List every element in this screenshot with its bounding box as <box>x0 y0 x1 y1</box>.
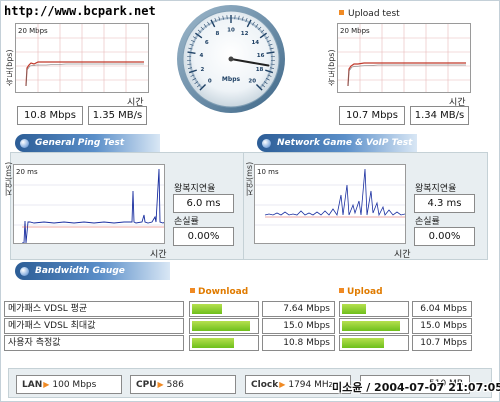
gauge-tick-label: 12 <box>241 31 249 37</box>
cpu-key: CPU <box>136 380 157 390</box>
voip-rtt-label: 왕복지연율 <box>415 184 457 194</box>
download-speed-mbs: 1.35 MB/s <box>88 106 147 125</box>
upload-bar <box>339 318 409 334</box>
upload-bar-fill <box>342 304 366 314</box>
download-bar <box>189 301 259 317</box>
download-bar-fill <box>192 321 250 331</box>
upload-test-title-text: Upload test <box>348 9 400 19</box>
upload-value: 10.7 Mbps <box>412 335 472 351</box>
download-bar-fill <box>192 304 222 314</box>
cpu-value: 586 <box>166 380 184 390</box>
ping-latency-line <box>22 168 164 243</box>
speed-gauge-dial: 02 4 68 10 1214 16 1820 Mbps <box>177 5 285 113</box>
ping-loss-value: 0.00% <box>173 227 234 246</box>
orange-bullet-icon <box>339 288 344 293</box>
voip-latency-plot <box>255 168 405 226</box>
download-speed-graph: 20 Mbps <box>15 23 149 93</box>
tab-general-ping-test[interactable]: General Ping Test <box>15 134 160 152</box>
upload-speed-graph: 20 Mbps <box>337 23 471 93</box>
voip-loss-value: 0.00% <box>414 227 475 246</box>
download-speed-plot <box>16 24 148 92</box>
download-y-axis-label: 속도(bps) <box>5 49 14 86</box>
clock-value: 1794 MHz <box>288 380 334 390</box>
upload-test-title: Upload test <box>339 9 400 19</box>
ping-latency-plot <box>14 168 164 243</box>
gauge-tick-label: 14 <box>251 40 259 46</box>
upload-speed-plot <box>338 24 470 92</box>
lan-value: 100 Mbps <box>52 380 97 390</box>
gauge-tick-label: 16 <box>257 53 265 59</box>
upload-value: 6.04 Mbps <box>412 301 472 317</box>
upload-bar-fill <box>342 338 384 348</box>
download-bar <box>189 318 259 334</box>
download-speed-mbps: 10.8 Mbps <box>17 106 83 125</box>
clock-key: Clock <box>251 380 279 390</box>
download-bar <box>189 335 259 351</box>
download-value: 10.8 Mbps <box>262 335 335 351</box>
arrow-icon: ▶ <box>157 380 164 389</box>
gauge-tick-label: 20 <box>248 79 256 85</box>
download-value: 15.0 Mbps <box>262 318 335 334</box>
ping-loss-label: 손실률 <box>174 217 199 227</box>
orange-bullet-icon <box>190 288 195 293</box>
upload-header: Upload <box>339 287 383 297</box>
cpu-status: CPU▶ 586 <box>130 375 236 394</box>
upload-header-text: Upload <box>347 287 383 297</box>
globe-icon <box>262 139 271 148</box>
bandwidth-row-label: 사용자 측정값 <box>4 335 184 351</box>
globe-icon <box>20 139 29 148</box>
voip-latency-graph: 10 ms <box>254 164 406 244</box>
gauge-unit-label: Mbps <box>222 76 241 83</box>
speed-gauge: 0 2 4 6 8 10 12 14 16 18 20 Mbps <box>176 4 286 114</box>
orange-bullet-icon <box>339 10 344 15</box>
tab-network-game-voip-test-label: Network Game & VoIP Test <box>277 138 413 148</box>
voip-latency-line <box>264 168 405 217</box>
gauge-needle-hub <box>228 56 234 62</box>
tab-general-ping-test-label: General Ping Test <box>35 138 125 148</box>
gauge-tick-label: 10 <box>227 28 235 34</box>
site-watermark: http://www.bcpark.net <box>4 4 156 18</box>
voip-time-label: 시간 <box>394 250 411 260</box>
upload-value: 15.0 Mbps <box>412 318 472 334</box>
gauge-tick-label: 2 <box>201 67 205 73</box>
voip-loss-label: 손실률 <box>415 217 440 227</box>
voip-rtt-value: 4.3 ms <box>414 194 475 213</box>
bandwidth-row-label: 메가패스 VDSL 평균 <box>4 301 184 317</box>
gauge-tick-label: 0 <box>208 79 212 85</box>
arrow-icon: ▶ <box>279 380 286 389</box>
gauge-tick-label: 18 <box>256 67 264 73</box>
upload-y-axis-label: 속도(bps) <box>327 49 336 86</box>
tab-bandwidth-gauge[interactable]: Bandwidth Gauge <box>15 262 170 280</box>
lan-key: LAN <box>22 380 43 390</box>
capture-stamp: 미소윤 / 2004-07-07 21:07:05 <box>332 381 500 394</box>
gauge-tick-label: 8 <box>215 31 219 37</box>
tab-bandwidth-gauge-label: Bandwidth Gauge <box>35 266 125 276</box>
gauge-tick-label: 6 <box>205 40 209 46</box>
lan-status: LAN▶ 100 Mbps <box>16 375 122 394</box>
ping-rtt-value: 6.0 ms <box>173 194 234 213</box>
download-bar-fill <box>192 338 234 348</box>
arrow-icon: ▶ <box>43 380 50 389</box>
globe-icon <box>20 267 29 276</box>
bandwidth-row-label: 메가패스 VDSL 최대값 <box>4 318 184 334</box>
upload-bar <box>339 335 409 351</box>
gauge-tick-label: 4 <box>199 53 203 59</box>
ping-latency-graph: 20 ms <box>13 164 165 244</box>
upload-speed-mbs: 1.34 MB/s <box>410 106 469 125</box>
ping-rtt-label: 왕복지연율 <box>174 184 216 194</box>
download-header-text: Download <box>198 287 249 297</box>
upload-speed-mbps: 10.7 Mbps <box>339 106 405 125</box>
download-speed-line <box>25 61 144 87</box>
ping-time-label: 시간 <box>150 250 167 260</box>
upload-bar <box>339 301 409 317</box>
download-header: Download <box>190 287 248 297</box>
upload-bar-fill <box>342 321 400 331</box>
tab-network-game-voip-test[interactable]: Network Game & VoIP Test <box>257 134 417 152</box>
download-value: 7.64 Mbps <box>262 301 335 317</box>
